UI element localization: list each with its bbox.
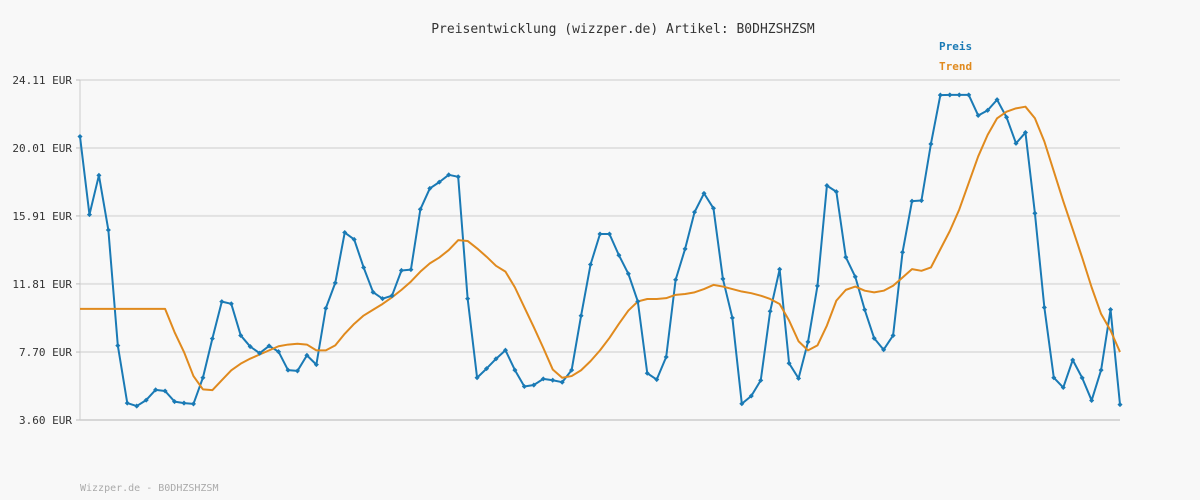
data-point-preis: [96, 172, 102, 178]
y-tick-label: 20.01 EUR: [12, 142, 72, 155]
data-point-preis: [673, 277, 679, 283]
data-point-preis: [77, 133, 83, 140]
data-point-preis: [1117, 402, 1123, 408]
data-point-preis: [918, 197, 924, 204]
price-chart: Preisentwicklung (wizzper.de) Artikel: B…: [12, 22, 1123, 494]
y-tick-label: 7.70 EUR: [19, 346, 72, 359]
data-point-preis: [408, 267, 414, 273]
data-point-preis: [124, 400, 130, 406]
data-point-preis: [200, 375, 206, 381]
legend-entry-preis: Preis: [939, 40, 972, 53]
grid-lines: [80, 79, 1120, 421]
footer-text: Wizzper.de - B0DHZSHZSM: [80, 483, 218, 494]
data-point-preis: [115, 343, 121, 349]
data-point-preis: [956, 92, 962, 98]
legend: Preis Trend: [939, 40, 972, 73]
data-point-preis: [1041, 304, 1047, 310]
data-point-preis: [455, 174, 461, 180]
data-point-preis: [805, 339, 811, 345]
data-point-preis: [909, 198, 915, 204]
chart-stage: Preisentwicklung (wizzper.de) Artikel: B…: [0, 0, 1200, 500]
data-point-preis: [1098, 367, 1104, 373]
data-point-preis: [767, 308, 773, 314]
data-point-preis: [550, 377, 556, 383]
series-lines: [79, 93, 1121, 408]
data-point-preis: [597, 231, 603, 237]
data-point-preis: [219, 299, 225, 305]
data-point-preis: [361, 264, 367, 271]
data-point-preis: [105, 227, 111, 233]
data-point-preis: [928, 141, 934, 147]
data-point-preis: [228, 301, 234, 307]
data-point-preis: [588, 261, 594, 268]
data-point-preis: [181, 400, 187, 406]
data-point-preis: [729, 315, 735, 321]
data-point-preis: [209, 336, 215, 342]
y-tick-label: 11.81 EUR: [12, 278, 72, 291]
y-tick-label: 15.91 EUR: [12, 210, 72, 223]
data-point-preis: [398, 267, 404, 274]
series-line-trend: [80, 105, 1121, 392]
data-point-preis: [937, 92, 943, 98]
legend-entry-trend: Trend: [939, 60, 972, 73]
data-point-preis: [862, 307, 868, 313]
data-point-preis: [682, 246, 688, 252]
data-point-preis: [947, 92, 953, 98]
series-line-preis: [79, 93, 1121, 408]
data-point-preis: [900, 249, 906, 255]
data-point-preis: [777, 266, 783, 272]
data-point-preis: [190, 401, 196, 407]
data-point-preis: [1108, 307, 1114, 313]
y-tick-label: 24.11 EUR: [12, 74, 72, 87]
series-markers: [77, 92, 1123, 409]
data-point-preis: [720, 276, 726, 282]
data-point-preis: [578, 313, 584, 319]
y-tick-label: 3.60 EUR: [19, 414, 72, 427]
y-axis-ticks: 24.11 EUR 20.01 EUR 15.91 EUR 11.81 EUR 7.70…: [12, 74, 80, 427]
data-point-preis: [323, 305, 329, 311]
data-point-preis: [465, 296, 471, 302]
chart-title: Preisentwicklung (wizzper.de) Artikel: B…: [431, 22, 815, 37]
